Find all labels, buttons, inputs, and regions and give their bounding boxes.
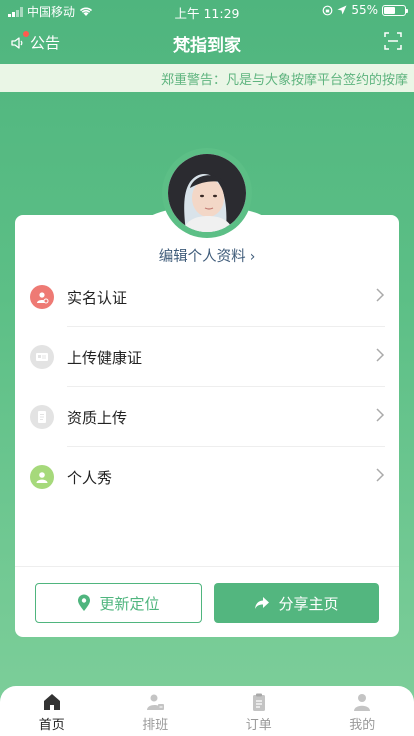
update-location-button[interactable]: 更新定位: [35, 583, 202, 623]
tab-label: 订单: [245, 718, 272, 733]
menu-item-personal-show[interactable]: 个人秀: [15, 447, 399, 507]
battery-icon: [382, 4, 408, 16]
tab-label: 首页: [38, 718, 65, 733]
tab-home[interactable]: 首页: [0, 686, 104, 736]
chevron-right-icon: [376, 408, 385, 422]
tab-orders[interactable]: 订单: [207, 686, 311, 736]
person-icon: [30, 465, 54, 489]
health-card-icon: [30, 345, 54, 369]
document-icon: [30, 405, 54, 429]
share-homepage-label: 分享主页: [278, 594, 339, 613]
avatar-photo: [168, 154, 246, 232]
location-icon: [337, 5, 347, 15]
id-verify-icon: [30, 285, 54, 309]
location-pin-icon: [78, 594, 91, 611]
home-icon: [43, 694, 60, 710]
menu-item-label: 实名认证: [67, 289, 128, 307]
chevron-right-icon: [376, 468, 385, 482]
notice-marquee[interactable]: 郑重警告：凡是与大象按摩平台签约的按摩: [0, 64, 414, 92]
update-location-label: 更新定位: [99, 594, 160, 613]
status-bar: 中国移动 上午 11:29 55%: [0, 0, 414, 22]
avatar: [168, 154, 246, 232]
share-arrow-icon: [255, 597, 270, 609]
chevron-right-icon: [376, 288, 385, 302]
menu-item-label: 资质上传: [67, 409, 128, 427]
share-homepage-button[interactable]: 分享主页: [214, 583, 379, 623]
chevron-right-icon: ›: [249, 249, 256, 265]
status-right: 55%: [322, 3, 408, 17]
avatar-frame[interactable]: [162, 148, 252, 238]
schedule-icon: [147, 694, 165, 710]
tab-mine[interactable]: 我的: [311, 686, 414, 736]
profile-menu: 实名认证 上传健康证 资质上传 个人秀: [15, 267, 399, 507]
chevron-right-icon: [376, 348, 385, 362]
edit-profile-link[interactable]: 编辑个人资料 ›: [15, 245, 399, 266]
page-title: 梵指到家: [173, 36, 241, 56]
menu-item-health-card[interactable]: 上传健康证: [15, 327, 399, 387]
menu-item-real-name[interactable]: 实名认证: [15, 267, 399, 327]
divider: [15, 566, 399, 567]
profile-card: 编辑个人资料 › 实名认证 上传健康证 资质上传 个人秀 更新定位 分享主页: [15, 215, 399, 637]
menu-item-qualification[interactable]: 资质上传: [15, 387, 399, 447]
app-header: 公告 梵指到家: [0, 22, 414, 64]
marquee-text: 郑重警告：凡是与大象按摩平台签约的按摩: [160, 73, 408, 88]
menu-item-label: 上传健康证: [67, 349, 143, 367]
lock-rotation-icon: [322, 5, 333, 15]
user-icon: [354, 694, 371, 711]
tab-label: 我的: [349, 718, 376, 733]
tab-bar: 首页 排班 订单 我的: [0, 686, 414, 736]
menu-item-label: 个人秀: [67, 469, 113, 487]
edit-profile-label: 编辑个人资料: [158, 249, 246, 265]
scan-icon[interactable]: [384, 32, 402, 50]
tab-schedule[interactable]: 排班: [104, 686, 208, 736]
battery-percent: 55%: [351, 3, 378, 17]
clipboard-icon: [252, 693, 265, 711]
tab-label: 排班: [142, 718, 169, 733]
